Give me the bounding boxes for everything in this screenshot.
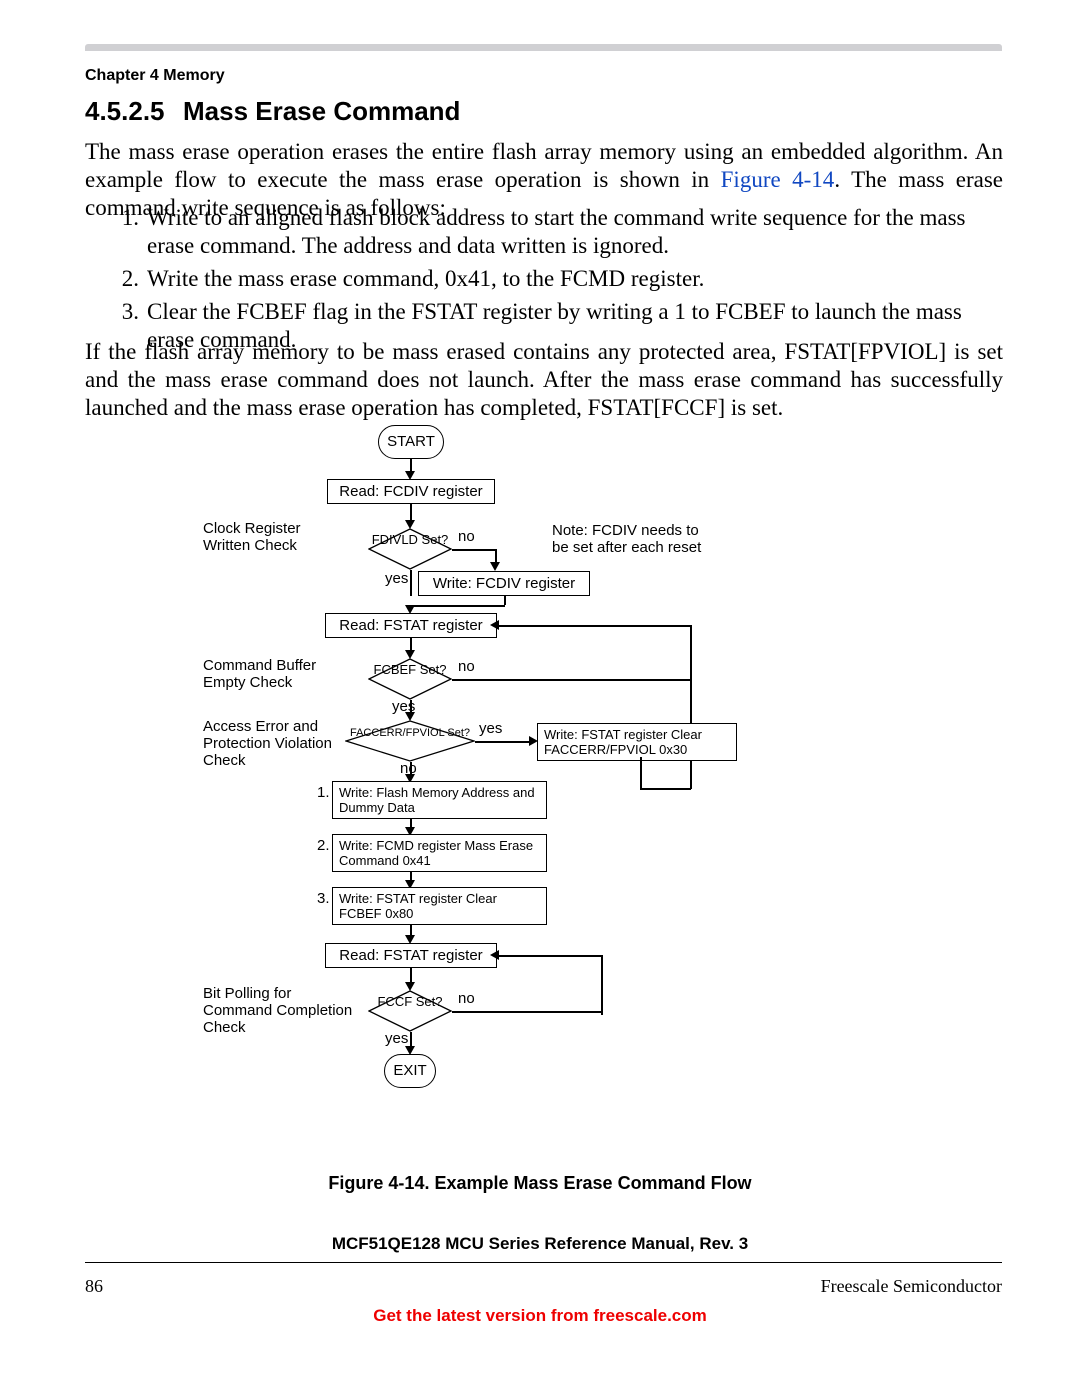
flow-fccf-decision: FCCF Set?: [368, 990, 452, 1032]
label-no: no: [458, 528, 475, 545]
get-latest-link[interactable]: Get the latest version from freescale.co…: [0, 1306, 1080, 1326]
flow-clear-faccerr: Write: FSTAT register Clear FACCERR/FPVI…: [537, 723, 737, 761]
header-rule: [85, 44, 1002, 51]
list-item: 2.Write the mass erase command, 0x41, to…: [113, 265, 1001, 293]
side-clock-check: Clock Register Written Check: [203, 520, 333, 554]
list-item: 1.Write to an aligned flash block addres…: [113, 204, 1001, 260]
label-no: no: [458, 658, 475, 675]
flow-fdivld-decision: FDIVLD Set?: [368, 528, 452, 570]
figure-caption: Figure 4-14. Example Mass Erase Command …: [0, 1173, 1080, 1194]
label-yes: yes: [479, 720, 502, 737]
flow-step2: Write: FCMD register Mass Erase Command …: [332, 834, 547, 872]
side-cmdbuf: Command Buffer Empty Check: [203, 657, 353, 691]
label-no: no: [458, 990, 475, 1007]
li-text: Write the mass erase command, 0x41, to t…: [147, 265, 1001, 293]
ordered-list: 1.Write to an aligned flash block addres…: [113, 204, 1001, 359]
step-num: 1.: [317, 784, 330, 801]
flow-read-fcdiv: Read: FCDIV register: [327, 479, 495, 504]
section-number: 4.5.2.5: [85, 96, 165, 127]
flow-read-fstat-1: Read: FSTAT register: [325, 613, 497, 638]
flow-exit: EXIT: [384, 1054, 436, 1088]
page-number: 86: [85, 1276, 103, 1297]
brand-text: Freescale Semiconductor: [821, 1276, 1002, 1297]
flow-read-fstat-2: Read: FSTAT register: [325, 943, 497, 968]
flow-faccerr-decision: FACCERR/FPVIOL Set?: [345, 720, 475, 762]
label-yes: yes: [385, 570, 408, 587]
footer-rule: [85, 1262, 1002, 1263]
li-text: Write to an aligned flash block address …: [147, 204, 1001, 260]
step-num: 2.: [317, 837, 330, 854]
figure-ref-link[interactable]: Figure 4-14: [721, 167, 835, 192]
flow-step1: Write: Flash Memory Address and Dummy Da…: [332, 781, 547, 819]
chapter-header: Chapter 4 Memory: [85, 67, 225, 85]
flow-start: START: [378, 425, 444, 459]
page: Chapter 4 Memory 4.5.2.5 Mass Erase Comm…: [0, 0, 1080, 1397]
section-title: Mass Erase Command: [183, 96, 460, 127]
side-access: Access Error and Protection Violation Ch…: [203, 718, 348, 769]
flowchart: START Read: FCDIV register FDIVLD Set? C…: [200, 425, 800, 1160]
side-bitpoll: Bit Polling for Command Completion Check: [203, 985, 363, 1036]
label-yes: yes: [385, 1030, 408, 1047]
step-num: 3.: [317, 890, 330, 907]
flow-fcbef-decision: FCBEF Set?: [368, 658, 452, 700]
manual-title: MCF51QE128 MCU Series Reference Manual, …: [0, 1234, 1080, 1254]
note-fcdiv: Note: FCDIV needs to be set after each r…: [552, 522, 717, 556]
flow-step3: Write: FSTAT register Clear FCBEF 0x80: [332, 887, 547, 925]
flow-write-fcdiv: Write: FCDIV register: [418, 571, 590, 596]
paragraph-2: If the flash array memory to be mass era…: [85, 338, 1003, 422]
